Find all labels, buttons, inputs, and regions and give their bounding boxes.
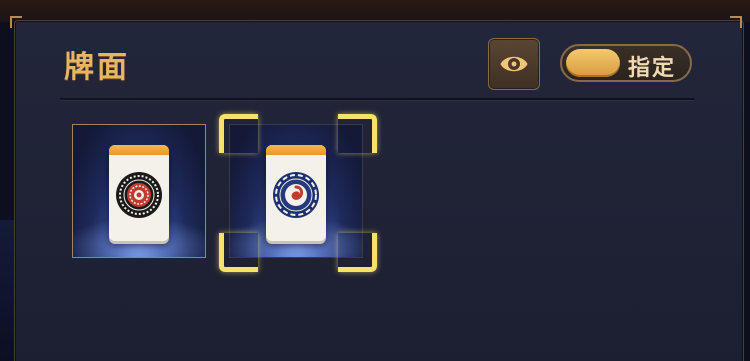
reveal-button[interactable] — [488, 38, 540, 90]
designate-toggle[interactable]: 指定 — [560, 44, 692, 82]
tile-back-cap — [266, 145, 326, 155]
left-backdrop — [0, 220, 14, 361]
panel-title: 牌面 — [64, 50, 130, 85]
toggle-knob[interactable] — [566, 49, 620, 77]
tile-back-cap — [109, 145, 169, 155]
panel-corner-ornament — [10, 16, 22, 28]
eye-icon — [500, 56, 528, 72]
mahjong-tile[interactable] — [266, 145, 326, 241]
selection-bracket — [338, 114, 377, 153]
top-backdrop — [0, 0, 750, 22]
game-screen: 牌面 指定 — [0, 0, 750, 361]
selection-bracket — [219, 233, 258, 272]
circle-swirl-icon — [273, 172, 319, 218]
selection-bracket — [338, 233, 377, 272]
panel-corner-ornament — [730, 16, 742, 28]
mahjong-tile[interactable] — [109, 145, 169, 241]
circle-mandala-icon — [116, 172, 162, 218]
selection-bracket — [219, 114, 258, 153]
header-divider — [60, 98, 694, 100]
tile-slot[interactable] — [72, 124, 206, 258]
toggle-label: 指定 — [628, 55, 677, 81]
